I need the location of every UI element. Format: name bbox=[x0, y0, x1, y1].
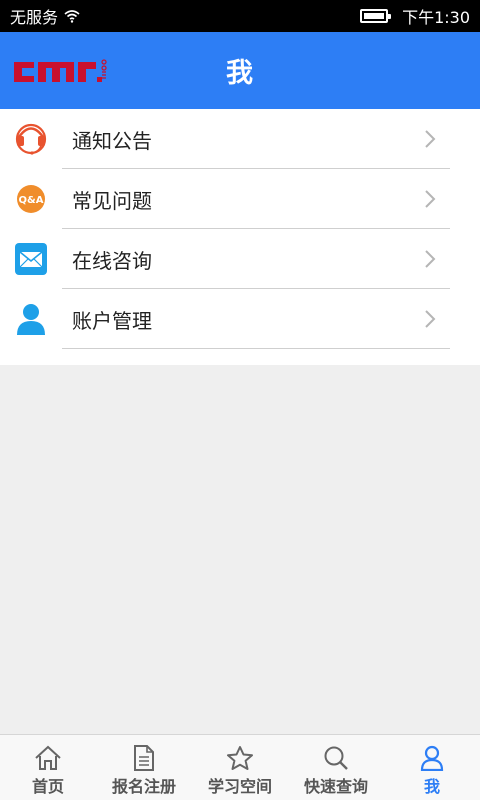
chevron-cell bbox=[410, 309, 450, 329]
chevron-cell bbox=[410, 249, 450, 269]
tab-label: 我 bbox=[423, 777, 440, 796]
menu-icon-cell bbox=[0, 289, 62, 349]
tab-label: 学习空间 bbox=[207, 777, 272, 796]
chevron-cell bbox=[410, 189, 450, 209]
menu-list: 通知公告 Q&A 常见问题 在线咨询 账户管理 bbox=[0, 109, 480, 365]
page-title: 我 bbox=[226, 58, 254, 89]
menu-item-label: 在线咨询 bbox=[72, 248, 152, 273]
tab-quick-search[interactable]: 快速查询 bbox=[288, 735, 384, 800]
headset-icon bbox=[15, 123, 47, 155]
tab-register[interactable]: 报名注册 bbox=[96, 735, 192, 800]
menu-item-label: 通知公告 bbox=[72, 128, 152, 153]
search-icon bbox=[324, 746, 348, 770]
chevron-right-icon bbox=[425, 130, 436, 148]
menu-item-label: 账户管理 bbox=[72, 308, 152, 333]
status-bar: 无服务 下午1:30 bbox=[0, 0, 480, 32]
menu-item-label: 常见问题 bbox=[72, 188, 152, 213]
carrier-text: 无服务 bbox=[10, 8, 59, 27]
menu-icon-cell: Q&A bbox=[0, 169, 62, 229]
qa-icon: Q&A bbox=[17, 185, 45, 213]
mail-icon bbox=[15, 243, 47, 275]
status-left: 无服务 bbox=[10, 4, 80, 28]
home-icon bbox=[35, 745, 61, 770]
menu-item-faq[interactable]: Q&A 常见问题 bbox=[0, 169, 480, 229]
tab-label: 快速查询 bbox=[303, 777, 368, 796]
person-icon bbox=[420, 745, 444, 771]
cmr-logo bbox=[14, 59, 107, 82]
chevron-right-icon bbox=[425, 250, 436, 268]
qa-icon-text: Q&A bbox=[19, 195, 44, 206]
tab-label: 报名注册 bbox=[111, 777, 176, 796]
battery-icon bbox=[360, 9, 392, 23]
tab-bar: 首页 报名注册 学习空间 快速查询 我 bbox=[0, 734, 480, 800]
wifi-icon bbox=[64, 10, 80, 23]
chevron-right-icon bbox=[425, 310, 436, 328]
header: 我 bbox=[0, 32, 480, 109]
chevron-right-icon bbox=[425, 190, 436, 208]
status-right: 下午1:30 bbox=[360, 4, 470, 28]
user-icon bbox=[17, 304, 45, 335]
tab-home[interactable]: 首页 bbox=[0, 735, 96, 800]
menu-item-account[interactable]: 账户管理 bbox=[0, 289, 480, 349]
tab-study[interactable]: 学习空间 bbox=[192, 735, 288, 800]
status-time: 下午1:30 bbox=[402, 8, 470, 27]
chevron-cell bbox=[410, 129, 450, 149]
menu-icon-cell bbox=[0, 109, 62, 169]
menu-item-notices[interactable]: 通知公告 bbox=[0, 109, 480, 169]
tab-me[interactable]: 我 bbox=[384, 735, 480, 800]
menu-item-online-consult[interactable]: 在线咨询 bbox=[0, 229, 480, 289]
star-icon bbox=[227, 746, 253, 770]
document-icon bbox=[134, 745, 154, 771]
tab-label: 首页 bbox=[31, 777, 64, 796]
menu-icon-cell bbox=[0, 229, 62, 289]
